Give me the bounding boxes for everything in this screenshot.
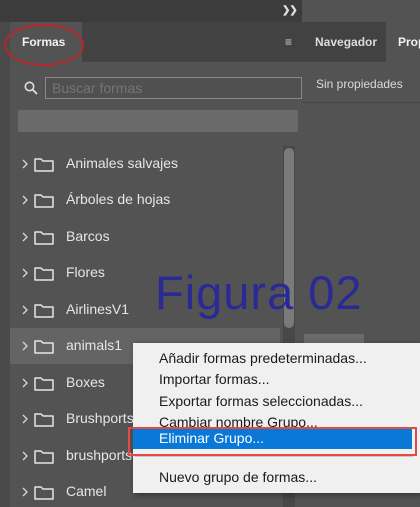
chevron-right-icon[interactable] — [20, 231, 30, 243]
menu-item-add-default-shapes[interactable]: Añadir formas predeterminadas... — [159, 350, 367, 366]
chevron-right-icon[interactable] — [20, 304, 30, 316]
folder-icon — [34, 267, 54, 281]
menu-item-import-shapes[interactable]: Importar formas... — [159, 371, 269, 387]
folder-icon — [34, 413, 54, 427]
list-item-label: brushports — [66, 447, 133, 463]
list-item[interactable]: Animales salvajes — [10, 146, 280, 182]
list-item-label: Árboles de hojas — [66, 191, 171, 207]
folder-icon — [34, 304, 54, 318]
chevron-right-icon[interactable] — [20, 158, 30, 170]
list-item[interactable]: Árboles de hojas — [10, 182, 280, 218]
menu-item-new-shape-group[interactable]: Nuevo grupo de formas... — [159, 469, 317, 485]
collapse-panels-icon[interactable]: ❯❯ — [282, 5, 298, 16]
chevron-right-icon[interactable] — [20, 340, 30, 352]
chevron-right-icon[interactable] — [20, 486, 30, 498]
panel-menu-icon[interactable]: ≡ — [285, 35, 292, 49]
tab-propiedades-label: Propiedades — [398, 35, 420, 49]
search-icon[interactable] — [24, 81, 38, 95]
empty-properties-text: Sin propiedades — [316, 77, 403, 91]
chevron-right-icon[interactable] — [20, 377, 30, 389]
folder-icon — [34, 158, 54, 172]
list-item-label: Brushports — [66, 410, 134, 426]
tab-navegador[interactable]: Navegador — [302, 22, 386, 62]
shapes-tab-strip: Formas ≡ — [4, 22, 302, 66]
list-item-label: animals1 — [66, 337, 123, 353]
properties-divider — [302, 102, 420, 103]
folder-icon — [34, 231, 54, 245]
list-item-label: Camel — [66, 483, 107, 499]
chevron-right-icon[interactable] — [20, 450, 30, 462]
panel-top-strip — [0, 0, 302, 22]
search-input[interactable] — [45, 77, 302, 99]
context-menu: Añadir formas predeterminadas... Importa… — [133, 343, 420, 493]
tab-navegador-label: Navegador — [315, 35, 378, 49]
chevron-right-icon[interactable] — [20, 413, 30, 425]
figure-watermark: Figura 02 — [155, 266, 363, 319]
right-tab-strip: Navegador Propiedades — [302, 22, 420, 62]
list-item[interactable]: Barcos — [10, 219, 280, 255]
list-item-label: Barcos — [66, 228, 110, 244]
tab-annotation-circle — [4, 24, 84, 66]
chevron-right-icon[interactable] — [20, 267, 30, 279]
list-item-label: Flores — [66, 264, 105, 280]
list-item-label: AirlinesV1 — [66, 301, 130, 317]
shape-preview-area — [18, 110, 298, 132]
menu-separator — [135, 456, 413, 457]
chevron-right-icon[interactable] — [20, 194, 30, 206]
tab-propiedades[interactable]: Propiedades — [386, 22, 420, 62]
menu-item-export-selected-shapes[interactable]: Exportar formas seleccionadas... — [159, 393, 363, 409]
folder-icon — [34, 450, 54, 464]
search-bar — [18, 77, 302, 99]
highlight-annotation-box — [128, 427, 417, 456]
folder-icon — [34, 194, 54, 208]
list-item-label: Animales salvajes — [66, 155, 179, 171]
list-item-label: Boxes — [66, 374, 105, 390]
folder-icon — [34, 486, 54, 500]
folder-icon — [34, 377, 54, 391]
folder-icon — [34, 340, 54, 354]
